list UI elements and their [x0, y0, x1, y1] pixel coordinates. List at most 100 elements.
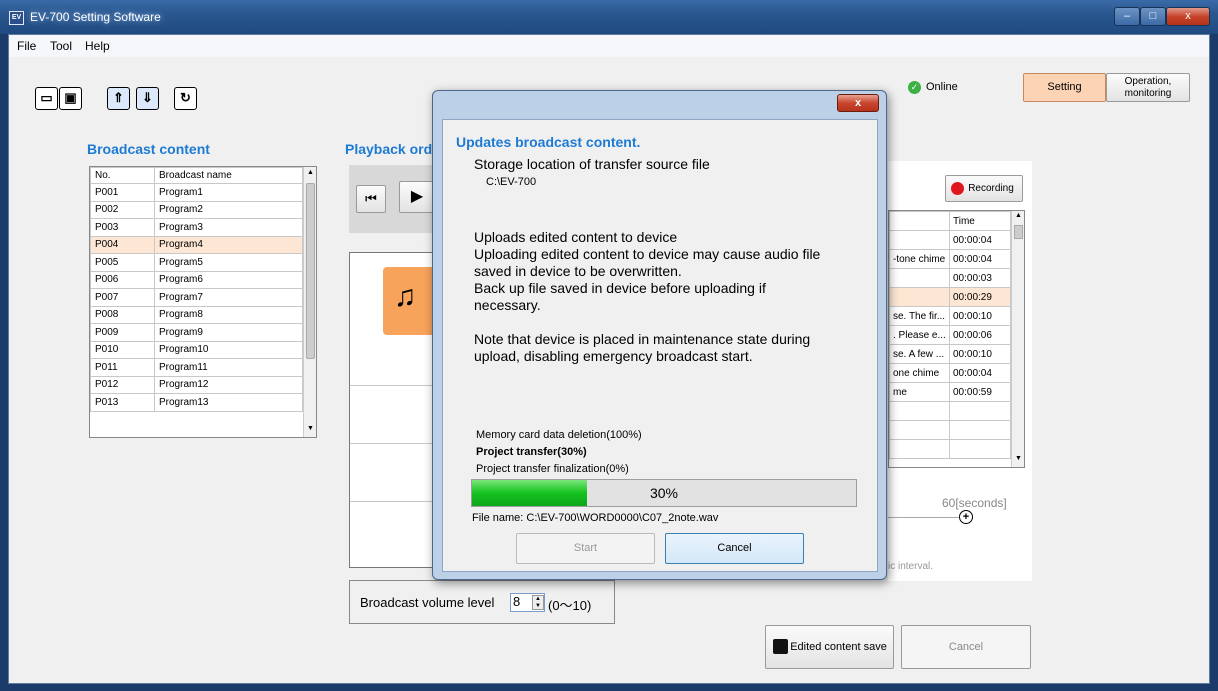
cell-name: se. The fir...	[889, 306, 950, 326]
table-row[interactable]: one chime 00:00:04	[889, 363, 1011, 383]
cell-name: se. A few ...	[889, 344, 950, 364]
table-row[interactable]	[889, 439, 1011, 459]
cell-name: Program7	[154, 288, 303, 307]
record-icon	[951, 182, 964, 195]
scroll-up-icon[interactable]: ▲	[307, 169, 314, 176]
maintenance-note: Note that device is placed in maintenanc…	[474, 331, 874, 365]
save-button-label: Edited content save	[790, 641, 887, 653]
cell-name: Program11	[154, 358, 303, 377]
interval-text: ic interval.	[888, 561, 934, 572]
table-row[interactable]: P007 Program7	[90, 288, 303, 307]
cell-name	[889, 401, 950, 421]
cell-name: Program1	[154, 183, 303, 202]
setting-mode-button[interactable]: Setting	[1023, 73, 1106, 102]
table-row[interactable]: 00:00:03	[889, 268, 1011, 288]
scroll-down-icon[interactable]: ▼	[307, 425, 314, 432]
cell-name	[889, 439, 950, 459]
table-row[interactable]: . Please e... 00:00:06	[889, 325, 1011, 345]
previous-icon[interactable]: ⏮	[356, 185, 386, 213]
table-row[interactable]	[889, 401, 1011, 421]
menu-help[interactable]: Help	[85, 39, 110, 53]
table-row[interactable]: 00:00:04	[889, 230, 1011, 250]
cell-name	[889, 287, 950, 307]
table-row[interactable]: 00:00:29	[889, 287, 1011, 307]
start-button[interactable]: Start	[516, 533, 655, 564]
table-row[interactable]: se. The fir... 00:00:10	[889, 306, 1011, 326]
cell-name: Program9	[154, 323, 303, 342]
scroll-up-icon[interactable]: ▲	[1015, 212, 1022, 219]
table-row[interactable]: P002 Program2	[90, 200, 303, 219]
table-row[interactable]: se. A few ... 00:00:10	[889, 344, 1011, 364]
cell-time: 00:00:04	[949, 363, 1011, 383]
note-line: Note that device is placed in maintenanc…	[474, 331, 811, 347]
menu-file[interactable]: File	[17, 39, 36, 53]
table-row[interactable]: me 00:00:59	[889, 382, 1011, 402]
volume-spinner-icon[interactable]: ▲ ▼	[532, 595, 544, 610]
cell-name: . Please e...	[889, 325, 950, 345]
cell-time: 00:00:59	[949, 382, 1011, 402]
save-icon	[773, 639, 788, 654]
table-row[interactable]	[889, 420, 1011, 440]
close-window-button[interactable]: x	[1166, 7, 1210, 26]
operation-monitoring-button[interactable]: Operation, monitoring	[1106, 73, 1190, 102]
volume-input[interactable]: 8 ▲ ▼	[510, 593, 545, 612]
play-icon[interactable]: ▶	[399, 181, 435, 213]
cell-no: P008	[90, 305, 155, 324]
open-icon[interactable]: ▭	[35, 87, 58, 110]
cancel-button[interactable]: Cancel	[901, 625, 1031, 669]
table-row[interactable]: P010 Program10	[90, 340, 303, 359]
music-note-icon[interactable]: ♫	[383, 267, 437, 335]
minimize-button[interactable]: –	[1114, 7, 1140, 26]
step-memory-deletion: Memory card data deletion(100%)	[476, 429, 642, 441]
broadcast-table: No. Broadcast name P001 Program1 P002 Progr…	[90, 167, 303, 412]
download-icon[interactable]: ⇓	[136, 87, 159, 110]
table-row[interactable]: P001 Program1	[90, 183, 303, 202]
volume-panel: Broadcast volume level 8 ▲ ▼ (0〜10)	[349, 580, 615, 624]
cell-name: Program6	[154, 270, 303, 289]
table-row[interactable]: -tone chime 00:00:04	[889, 249, 1011, 269]
table-row[interactable]: P004 Program4	[90, 235, 303, 254]
playback-heading: Playback ord	[345, 141, 433, 157]
table-row[interactable]: P003 Program3	[90, 218, 303, 237]
broadcast-list-scrollbar[interactable]: ▲ ▼	[303, 167, 316, 437]
edited-content-save-button[interactable]: Edited content save	[765, 625, 894, 669]
table-row[interactable]: P011 Program11	[90, 358, 303, 377]
sync-icon[interactable]: ↻	[174, 87, 197, 110]
upload-icon[interactable]: ⇑	[107, 87, 130, 110]
cell-name: me	[889, 382, 950, 402]
audio-list-scrollbar[interactable]: ▲ ▼	[1011, 211, 1024, 467]
message-line: Uploads edited content to device	[474, 229, 678, 245]
menu-tool[interactable]: Tool	[50, 39, 72, 53]
file-name: File name: C:\EV-700\WORD0000\C07_2note.…	[472, 512, 719, 524]
upload-message: Uploads edited content to device Uploadi…	[474, 229, 874, 314]
cell-name	[889, 230, 950, 250]
column-header-name: Broadcast name	[154, 167, 303, 184]
interval-slider-track[interactable]	[888, 517, 968, 518]
scrollbar-thumb[interactable]	[1014, 225, 1023, 239]
recording-button[interactable]: Recording	[945, 175, 1023, 202]
maximize-button[interactable]: □	[1140, 7, 1166, 26]
scrollbar-thumb[interactable]	[306, 183, 315, 359]
cell-no: P011	[90, 358, 155, 377]
table-row[interactable]: P005 Program5	[90, 253, 303, 272]
table-row[interactable]: P013 Program13	[90, 393, 303, 412]
broadcast-content-heading: Broadcast content	[87, 141, 210, 157]
progress-bar: 30%	[471, 479, 857, 507]
audio-table: Time 00:00:04 -tone chime 00:00:04 00:00:03…	[889, 211, 1011, 459]
cell-name: one chime	[889, 363, 950, 383]
table-row[interactable]: P009 Program9	[90, 323, 303, 342]
save-icon[interactable]: ▣	[59, 87, 82, 110]
cell-name: -tone chime	[889, 249, 950, 269]
dialog-close-button[interactable]: x	[837, 94, 879, 112]
plus-icon[interactable]: +	[959, 510, 973, 524]
cell-no: P004	[90, 235, 155, 254]
message-line: Back up file saved in device before uplo…	[474, 280, 766, 296]
table-row[interactable]: P008 Program8	[90, 305, 303, 324]
broadcast-content-list: No. Broadcast name P001 Program1 P002 Progr…	[89, 166, 317, 438]
dialog-body: Updates broadcast content. Storage locat…	[442, 119, 878, 572]
dialog-cancel-button[interactable]: Cancel	[665, 533, 804, 564]
table-row[interactable]: P006 Program6	[90, 270, 303, 289]
title-bar: EV EV-700 Setting Software – □ x	[0, 0, 1218, 34]
scroll-down-icon[interactable]: ▼	[1015, 455, 1022, 462]
table-row[interactable]: P012 Program12	[90, 375, 303, 394]
